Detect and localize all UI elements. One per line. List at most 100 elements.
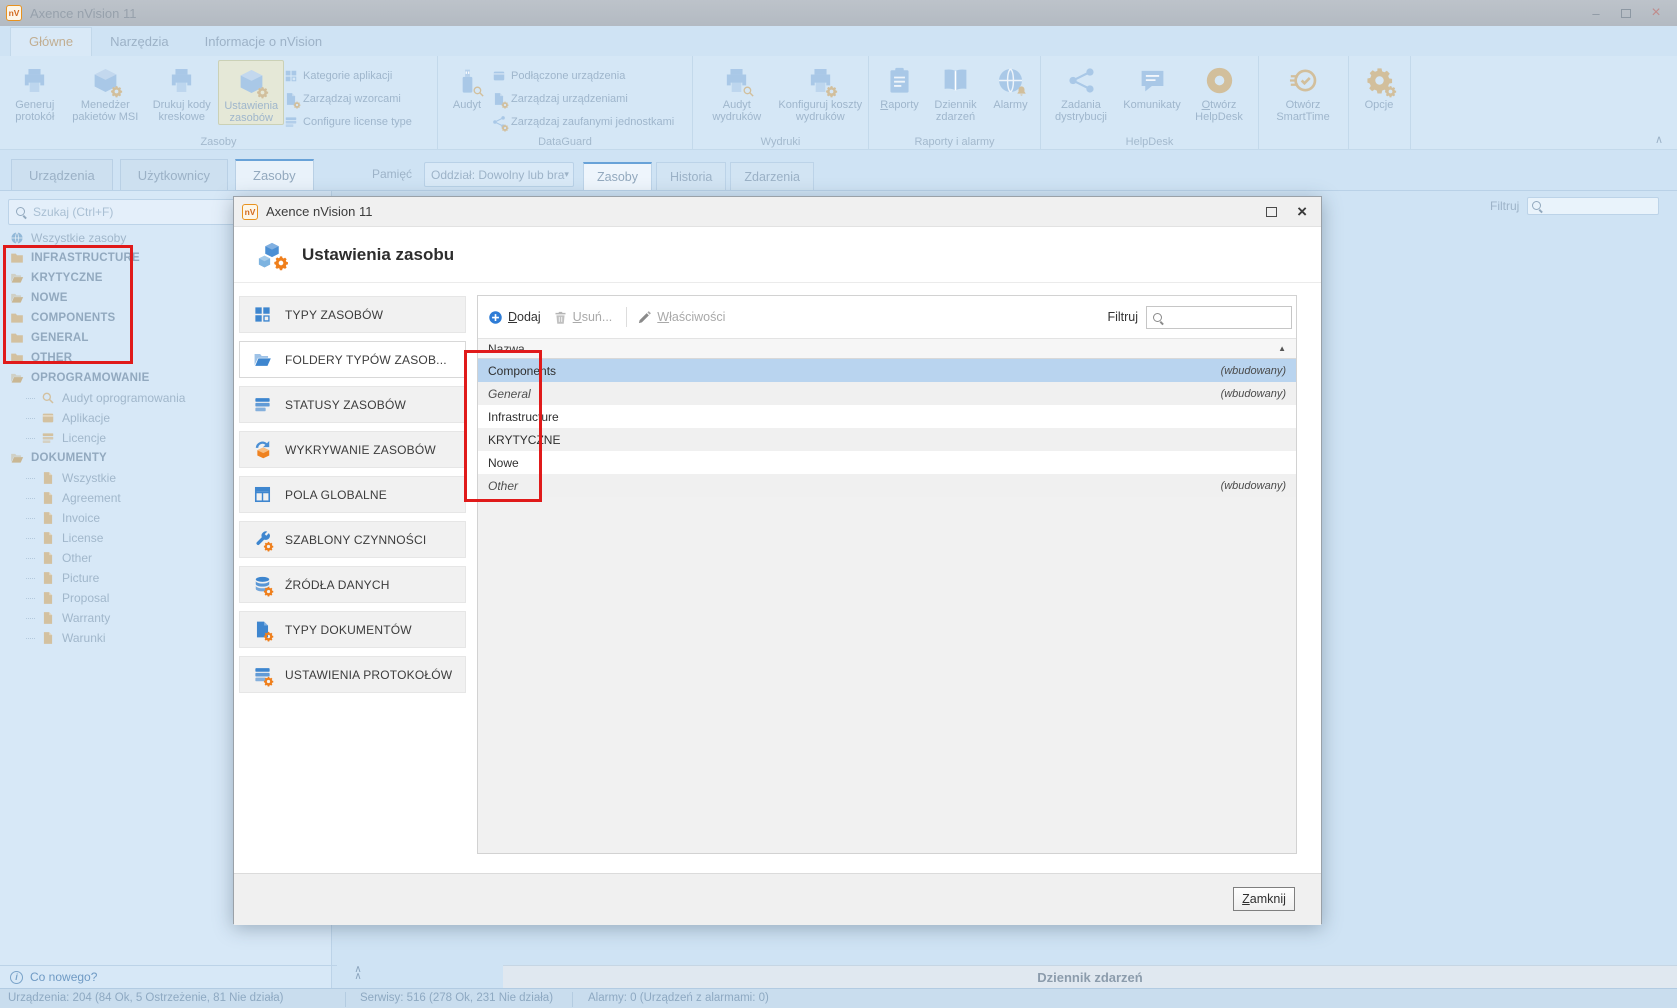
kategorie-aplikacji-button[interactable]: Kategorie aplikacji (284, 66, 433, 85)
configure-license-button[interactable]: Configure license type (284, 112, 433, 131)
dodaj-button[interactable]: Dodaj (488, 310, 541, 325)
globe-icon (10, 231, 24, 245)
usun-button[interactable]: Usuń... (553, 310, 613, 325)
folders-panel: Dodaj Usuń... Właściwości Filtruj Nazwa … (477, 295, 1297, 854)
komunikaty-button[interactable]: Komunikaty (1117, 60, 1187, 111)
subtab-historia[interactable]: Historia (656, 162, 726, 190)
panel-toolbar: Dodaj Usuń... Właściwości Filtruj (478, 296, 1296, 338)
group-label-dataguard: DataGuard (438, 136, 692, 148)
dialog-nav-item[interactable]: TYPY DOKUMENTÓW (239, 611, 466, 648)
status-separator (572, 992, 573, 1007)
maximize-icon[interactable] (1621, 9, 1631, 18)
dialog-nav-item[interactable]: ŹRÓDŁA DANYCH (239, 566, 466, 603)
alarmy-button[interactable]: Alarmy (985, 60, 1036, 111)
table-row[interactable]: Components (wbudowany) (478, 359, 1296, 382)
gears-icon (1362, 64, 1396, 96)
doc-icon (41, 611, 55, 625)
sort-asc-icon[interactable]: ▲ (1278, 344, 1286, 353)
zarzadzaj-urzadzeniami-button[interactable]: Zarządzaj urządzeniami (492, 89, 688, 108)
resource-settings-icon (257, 241, 291, 275)
dialog-nav-item[interactable]: STATUSY ZASOBÓW (239, 386, 466, 423)
ribbon-group-opcje: Opcje (1349, 56, 1411, 149)
konfiguruj-koszty-button[interactable]: Konfiguruj koszty wydruków (777, 60, 864, 123)
minimize-icon[interactable]: – (1589, 6, 1603, 21)
table-row[interactable]: KRYTYCZNE (478, 428, 1296, 451)
table-header[interactable]: Nazwa ▲ (478, 338, 1296, 359)
doc-icon (41, 551, 55, 565)
table-row[interactable]: Other (wbudowany) (478, 474, 1296, 497)
rows-icon (253, 395, 272, 414)
doc-icon (41, 571, 55, 585)
dialog-footer (234, 873, 1321, 925)
tab-uzytkownicy[interactable]: Użytkownicy (120, 159, 228, 190)
subtab-zasoby[interactable]: Zasoby (583, 162, 652, 190)
wlasciwosci-button[interactable]: Właściwości (637, 310, 725, 325)
doc-gear-icon (284, 92, 298, 106)
zarzadzaj-wzorcami-button[interactable]: Zarządzaj wzorcami (284, 89, 433, 108)
tab-narzedzia[interactable]: Narzędzia (92, 28, 187, 56)
tab-urzadzenia[interactable]: Urządzenia (11, 159, 113, 190)
dialog-nav-item[interactable]: POLA GLOBALNE (239, 476, 466, 513)
app-logo-icon: nV (6, 5, 22, 21)
generuj-protokol-button[interactable]: Generuj protokół (4, 60, 66, 123)
ustawienia-zasobow-button[interactable]: Ustawienia zasobów (218, 60, 284, 125)
close-icon[interactable]: × (1297, 203, 1307, 220)
ribbon-group-zasoby: Generuj protokół Menedżer pakietów MSI D… (0, 56, 438, 149)
maximize-icon[interactable] (1266, 207, 1277, 217)
table-row[interactable]: General (wbudowany) (478, 382, 1296, 405)
co-nowego-link[interactable]: i Co nowego? (0, 965, 337, 988)
table-row[interactable]: Nowe (478, 451, 1296, 474)
share-icon (1064, 64, 1098, 96)
tab-informacje[interactable]: Informacje o nVision (187, 28, 341, 56)
podlaczone-urzadzenia-button[interactable]: Podłączone urządzenia (492, 66, 688, 85)
expand-panel-icon[interactable]: ∧∧ (349, 966, 367, 980)
subtab-zdarzenia[interactable]: Zdarzenia (730, 162, 814, 190)
oddzial-dropdown[interactable]: Oddział: Dowolny lub bra ▾ (424, 162, 574, 187)
folders-table: Components (wbudowany) General (wbudowan… (478, 359, 1296, 497)
gear-badge-icon (263, 541, 274, 552)
search-icon (1532, 201, 1541, 210)
printer-audit-icon (720, 64, 754, 96)
dialog-nav-item[interactable]: TYPY ZASOBÓW (239, 296, 466, 333)
opcje-button[interactable]: Opcje (1353, 60, 1405, 111)
doc-icon (41, 511, 55, 525)
audyt-wydrukow-button[interactable]: Audyt wydruków (697, 60, 777, 123)
search-icon (1153, 313, 1162, 322)
smarttime-icon (1286, 64, 1320, 96)
dialog-nav-item[interactable]: SZABLONY CZYNNOŚCI (239, 521, 466, 558)
drukuj-kody-button[interactable]: Drukuj kody kreskowe (145, 60, 218, 123)
dialog-heading: Ustawienia zasobu (302, 245, 454, 265)
tab-glowne[interactable]: Główne (10, 27, 92, 56)
dialog-nav-item[interactable]: FOLDERY TYPÓW ZASOB... (239, 341, 466, 378)
filter-search-input[interactable] (1527, 197, 1659, 215)
close-icon[interactable]: × (1649, 4, 1663, 22)
otworz-smarttime-button[interactable]: Otwórz SmartTime (1263, 60, 1343, 123)
zamknij-button[interactable]: Zamknij (1233, 887, 1295, 911)
zadania-dystrybucji-button[interactable]: Zadania dystrybucji (1045, 60, 1117, 123)
table-icon (253, 485, 272, 504)
ribbon-group-wydruki: Audyt wydruków Konfiguruj koszty wydrukó… (693, 56, 869, 149)
clipboard-icon (883, 64, 917, 96)
dialog-nav-item[interactable]: WYKRYWANIE ZASOBÓW (239, 431, 466, 468)
tab-zasoby[interactable]: Zasoby (235, 159, 314, 190)
dziennik-zdarzen-panel[interactable]: Dziennik zdarzeń (503, 965, 1677, 988)
status-alarmy: Alarmy: 0 (Urządzeń z alarmami: 0) (588, 992, 769, 1004)
column-nazwa[interactable]: Nazwa (488, 342, 525, 356)
otworz-helpdesk-button[interactable]: Otwórz HelpDesk (1187, 60, 1251, 123)
dziennik-zdarzen-button[interactable]: Dziennik zdarzeń (926, 60, 985, 123)
folder-open-icon (10, 371, 24, 385)
folder-icon (10, 311, 24, 325)
collapse-ribbon-icon[interactable]: ∧ (1655, 136, 1663, 145)
zarzadzaj-zaufanymi-button[interactable]: Zarządzaj zaufanymi jednostkami (492, 112, 688, 131)
cube-gear-icon (234, 65, 268, 97)
audyt-button[interactable]: Audyt (442, 60, 492, 111)
raporty-button[interactable]: Raporty (873, 60, 926, 111)
gear-badge-icon (263, 676, 274, 687)
dialog-filter-input[interactable] (1146, 306, 1292, 329)
magnifier-icon (41, 391, 55, 405)
menedzer-msi-button[interactable]: Menedżer pakietów MSI (66, 60, 145, 123)
content-filter: Filtruj (1490, 197, 1659, 215)
table-row[interactable]: Infrastructure (478, 405, 1296, 428)
folder-open-icon (10, 271, 24, 285)
dialog-nav-item[interactable]: USTAWIENIA PROTOKOŁÓW (239, 656, 466, 693)
